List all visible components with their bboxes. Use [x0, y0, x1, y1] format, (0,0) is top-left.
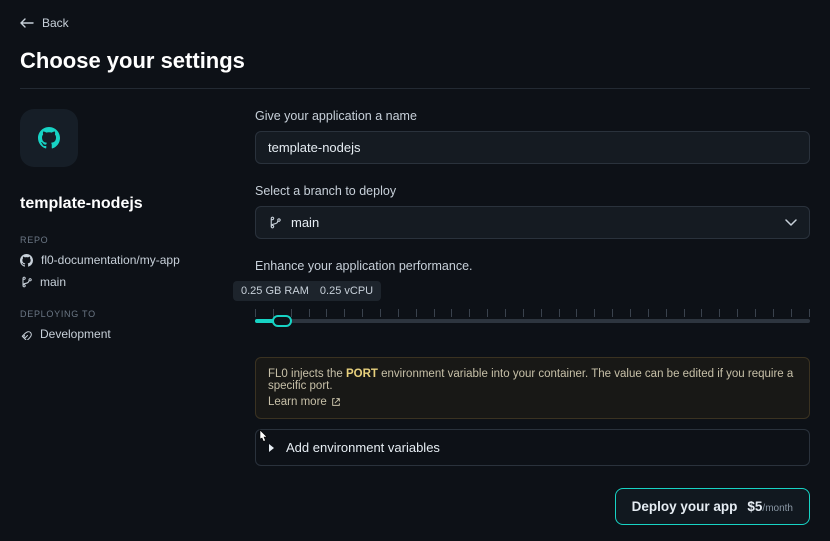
app-name-label: Give your application a name — [255, 109, 810, 123]
learn-more-link[interactable]: Learn more — [268, 396, 341, 408]
divider — [20, 88, 810, 89]
repo-path-row[interactable]: fl0-documentation/my-app — [20, 253, 215, 267]
slider-cpu-value: 0.25 vCPU — [320, 285, 373, 297]
app-avatar — [20, 109, 78, 167]
slider-track — [255, 319, 810, 323]
env-vars-label: Add environment variables — [286, 440, 440, 455]
deploy-label: Deploy your app — [632, 499, 738, 514]
github-icon — [20, 254, 33, 267]
caret-right-icon — [268, 443, 276, 453]
chevron-down-icon — [785, 219, 797, 227]
deploy-period: /month — [762, 503, 793, 514]
branch-select[interactable]: main — [255, 206, 810, 239]
slider-thumb[interactable] — [272, 315, 292, 327]
repo-branch: main — [40, 275, 66, 289]
environment-name: Development — [40, 327, 111, 341]
deploy-price: $5 — [747, 499, 762, 514]
arrow-left-icon — [20, 18, 34, 28]
branch-icon — [268, 216, 281, 229]
repo-section-label: REPO — [20, 235, 215, 245]
deploying-to-label: DEPLOYING TO — [20, 309, 215, 319]
page-title: Choose your settings — [20, 48, 810, 74]
branch-icon — [20, 276, 32, 288]
rocket-icon — [20, 328, 32, 340]
deploy-button[interactable]: Deploy your app $5/month — [615, 488, 810, 525]
sidebar: template-nodejs REPO fl0-documentation/m… — [20, 109, 215, 525]
external-link-icon — [331, 397, 341, 407]
port-notice: FL0 injects the PORT environment variabl… — [255, 357, 810, 419]
github-icon — [38, 127, 60, 149]
back-link[interactable]: Back — [20, 16, 69, 30]
note-prefix: FL0 injects the — [268, 368, 346, 380]
slider-tooltip: 0.25 GB RAM 0.25 vCPU — [233, 281, 381, 301]
env-vars-expander[interactable]: Add environment variables — [255, 429, 810, 466]
repo-branch-row[interactable]: main — [20, 275, 215, 289]
branch-select-value: main — [291, 215, 319, 230]
main-form: Give your application a name Select a br… — [255, 109, 810, 525]
performance-slider[interactable] — [255, 307, 810, 329]
project-name: template-nodejs — [20, 195, 215, 213]
back-label: Back — [42, 16, 69, 30]
learn-more-label: Learn more — [268, 396, 327, 408]
app-name-input[interactable] — [255, 131, 810, 164]
environment-row[interactable]: Development — [20, 327, 215, 341]
performance-label: Enhance your application performance. — [255, 259, 810, 273]
branch-select-label: Select a branch to deploy — [255, 184, 810, 198]
slider-ram-value: 0.25 GB RAM — [241, 285, 309, 297]
note-port: PORT — [346, 368, 378, 380]
repo-path: fl0-documentation/my-app — [41, 253, 180, 267]
slider-ticks — [255, 309, 810, 317]
